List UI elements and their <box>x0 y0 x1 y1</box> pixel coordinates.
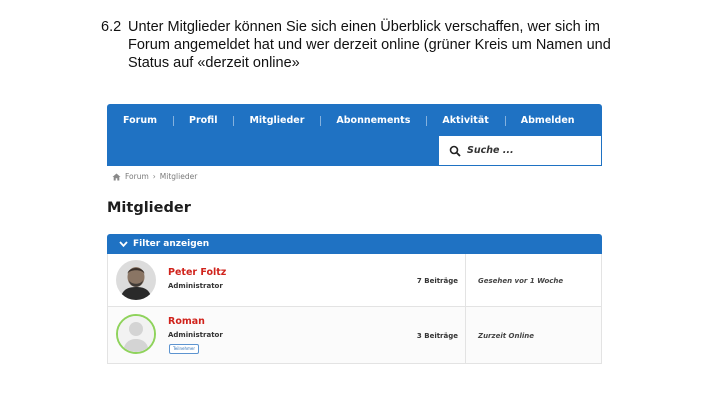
nav-items: Forum Profil Mitglieder Abonnements Akti… <box>107 104 591 136</box>
step-number: 6.2 <box>101 19 122 35</box>
forum-screenshot: Forum Profil Mitglieder Abonnements Akti… <box>107 104 602 364</box>
nav-item-abmelden[interactable]: Abmelden <box>504 115 591 126</box>
nav-item-forum[interactable]: Forum <box>107 115 173 126</box>
default-user-icon <box>118 316 154 352</box>
member-name-link[interactable]: Peter Foltz <box>168 267 226 278</box>
instruction-line-3: Status auf «derzeit online» <box>128 55 300 71</box>
avatar-photo <box>116 260 156 300</box>
nav-item-aktivitaet[interactable]: Aktivität <box>426 115 504 126</box>
nav-item-profil[interactable]: Profil <box>172 115 233 126</box>
nav-item-abonnements[interactable]: Abonnements <box>320 115 426 126</box>
home-icon <box>112 173 121 180</box>
breadcrumb-separator: › <box>152 172 156 181</box>
chevron-down-icon <box>119 241 128 248</box>
member-role: Administrator <box>168 282 223 290</box>
breadcrumb-forum-link[interactable]: Forum <box>125 172 149 181</box>
search-placeholder: Suche ... <box>467 145 514 156</box>
role-badge: Teilnehmer <box>169 344 199 354</box>
member-name-link[interactable]: Roman <box>168 316 205 327</box>
filter-label: Filter anzeigen <box>133 239 210 249</box>
search-icon <box>449 145 461 157</box>
avatar[interactable] <box>116 260 156 300</box>
member-row: Roman Administrator Teilnehmer 3 Beiträg… <box>107 307 602 364</box>
member-row: Peter Foltz Administrator 7 Beiträge Ges… <box>107 254 602 307</box>
member-post-count: 3 Beiträge <box>416 332 458 340</box>
instruction-text: 6.2 Unter Mitglieder können Sie sich ein… <box>101 18 681 72</box>
column-divider <box>465 254 466 306</box>
breadcrumb-current: Mitglieder <box>159 172 198 181</box>
search-input[interactable]: Suche ... <box>438 136 602 166</box>
main-navbar: Forum Profil Mitglieder Abonnements Akti… <box>107 104 602 166</box>
avatar-online[interactable] <box>116 314 156 354</box>
nav-item-mitglieder[interactable]: Mitglieder <box>233 115 320 126</box>
instruction-line-2: Forum angemeldet hat und wer derzeit onl… <box>128 37 611 53</box>
member-role: Administrator <box>168 331 223 339</box>
page-title: Mitglieder <box>107 200 191 216</box>
member-post-count: 7 Beiträge <box>416 277 458 285</box>
breadcrumb: Forum › Mitglieder <box>112 172 197 181</box>
column-divider <box>465 307 466 363</box>
filter-toggle[interactable]: Filter anzeigen <box>107 234 602 254</box>
member-last-seen: Gesehen vor 1 Woche <box>478 277 564 285</box>
instruction-line-1: Unter Mitglieder können Sie sich einen Ü… <box>128 19 601 35</box>
member-online-status: Zurzeit Online <box>478 332 534 340</box>
